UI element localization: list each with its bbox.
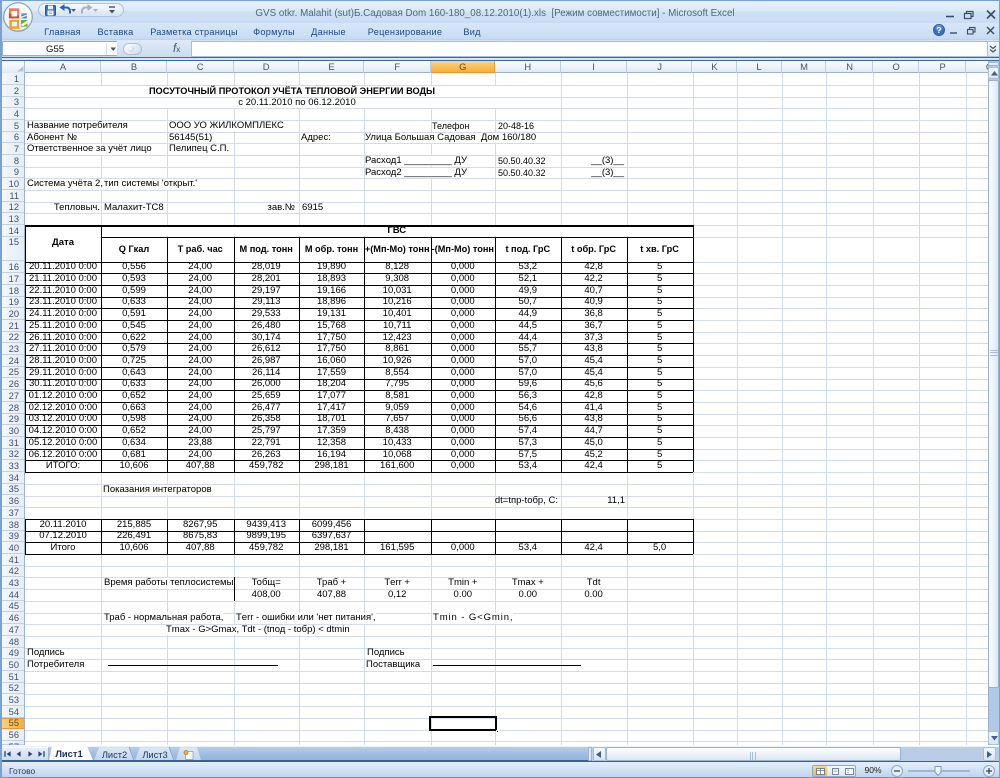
svg-text:?: ?: [936, 25, 941, 35]
